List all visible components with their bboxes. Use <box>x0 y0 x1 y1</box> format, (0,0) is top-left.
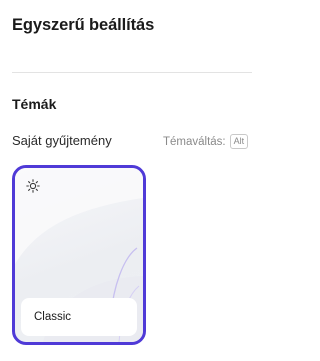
theme-switch-value[interactable]: Alt <box>229 134 249 149</box>
panel-title: Egyszerű beállítás <box>12 16 155 34</box>
divider <box>12 72 252 73</box>
theme-switch-label: Témaváltás: <box>163 135 226 148</box>
theme-card-label: Classic <box>21 298 137 336</box>
themes-heading: Témák <box>12 96 57 112</box>
collection-label: Saját gyűjtemény <box>12 133 112 148</box>
sun-icon <box>26 179 40 193</box>
theme-card-classic[interactable]: Classic <box>12 165 146 345</box>
theme-switch[interactable]: Témaváltás: Alt <box>163 134 249 149</box>
